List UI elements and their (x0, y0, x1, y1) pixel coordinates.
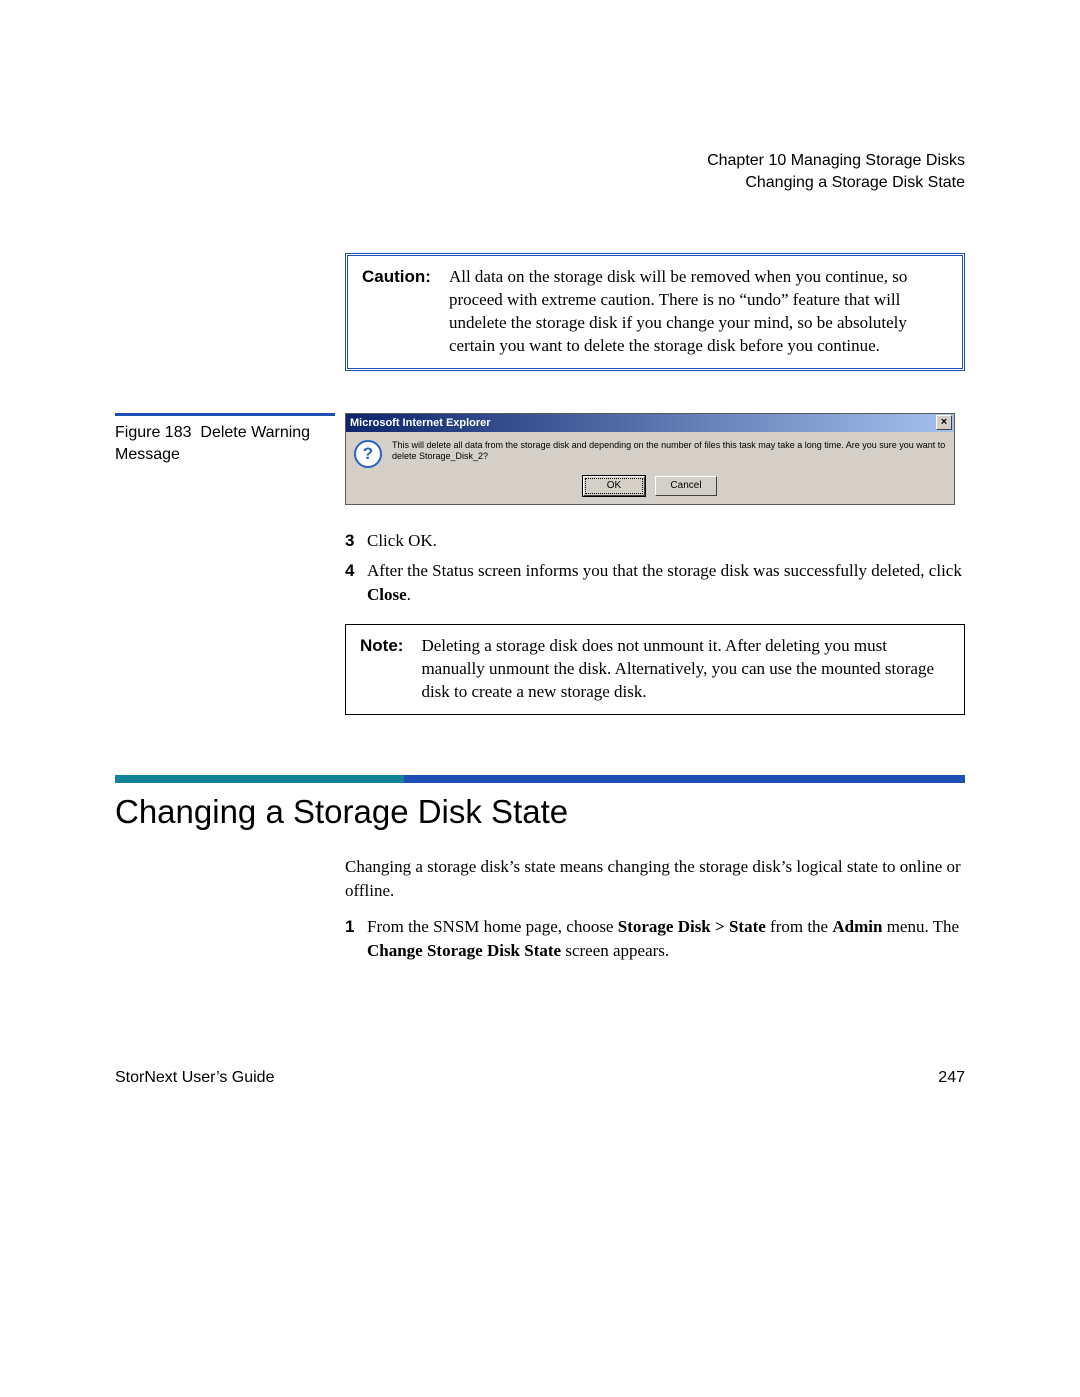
footer-doc-title: StorNext User’s Guide (115, 1069, 274, 1087)
step-number: 1 (345, 915, 367, 963)
caution-label: Caution: (362, 266, 449, 358)
dialog-message: This will delete all data from the stora… (392, 440, 946, 463)
intro-paragraph: Changing a storage disk’s state means ch… (345, 855, 965, 903)
step-text: Click OK. (367, 529, 965, 553)
caution-box: Caution: All data on the storage disk wi… (345, 253, 965, 371)
question-icon (354, 440, 382, 468)
note-box: Note: Deleting a storage disk does not u… (345, 624, 965, 715)
close-icon[interactable]: × (936, 415, 952, 430)
step-list-a: 3Click OK.4After the Status screen infor… (345, 529, 965, 606)
step-item: 3Click OK. (345, 529, 965, 553)
note-label: Note: (360, 635, 421, 704)
page-footer: StorNext User’s Guide 247 (115, 1069, 965, 1087)
step-item: 4After the Status screen informs you tha… (345, 559, 965, 607)
heading-bar (115, 775, 965, 783)
note-text: Deleting a storage disk does not unmount… (421, 635, 950, 704)
dialog-titlebar: Microsoft Internet Explorer × (346, 414, 954, 432)
step-text: From the SNSM home page, choose Storage … (367, 915, 965, 963)
document-page: Chapter 10 Managing Storage Disks Changi… (0, 0, 1080, 1397)
figure-label: Figure 183 (115, 424, 192, 441)
dialog-button-row: OK Cancel (346, 472, 954, 504)
step-number: 4 (345, 559, 367, 607)
footer-page-number: 247 (938, 1069, 965, 1087)
step-list-b: 1From the SNSM home page, choose Storage… (345, 915, 965, 963)
step-item: 1From the SNSM home page, choose Storage… (345, 915, 965, 963)
figure-caption: Figure 183 Delete Warning Message (115, 413, 335, 465)
page-header: Chapter 10 Managing Storage Disks Changi… (115, 150, 965, 193)
header-section: Changing a Storage Disk State (115, 172, 965, 194)
step-text: After the Status screen informs you that… (367, 559, 965, 607)
cancel-button[interactable]: Cancel (655, 476, 717, 496)
ok-button[interactable]: OK (583, 476, 645, 496)
section-heading: Changing a Storage Disk State (115, 775, 965, 831)
ie-confirm-dialog: Microsoft Internet Explorer × This will … (345, 413, 955, 505)
section-title: Changing a Storage Disk State (115, 793, 965, 831)
step-number: 3 (345, 529, 367, 553)
header-chapter: Chapter 10 Managing Storage Disks (115, 150, 965, 172)
caution-text: All data on the storage disk will be rem… (449, 266, 948, 358)
dialog-title: Microsoft Internet Explorer (350, 417, 491, 429)
